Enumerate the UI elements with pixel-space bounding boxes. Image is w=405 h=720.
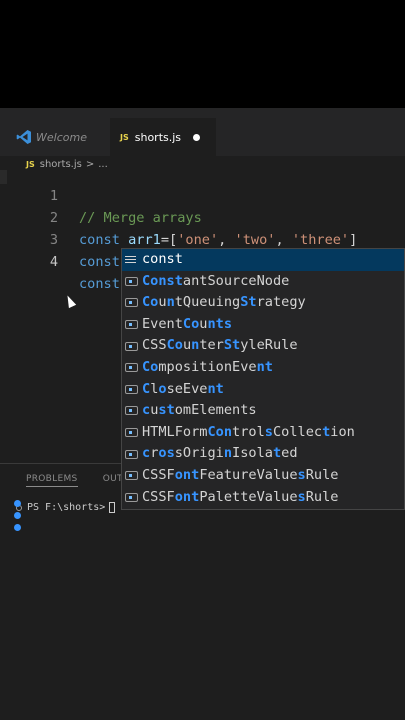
tab-label: shorts.js [134,130,182,144]
line-number: 4 [49,254,58,270]
variable-icon [125,320,138,330]
suggestion-item[interactable]: CSS Co u n ter St yleRule [122,335,404,357]
terminal-prompt-line[interactable]: PS F:\shorts> [16,502,116,513]
suggestion-item[interactable]: Event Co u nts [122,314,404,336]
variable-icon [125,449,138,459]
suggestion-item[interactable]: HTMLForm Con trol s Collec t ion [122,422,404,444]
variable-icon [125,341,138,351]
variable-icon [125,406,138,416]
keyword-icon [125,255,138,265]
code-line: 3 const arr2=['four','five','six'] [0,207,341,270]
variable-icon [125,471,138,481]
suggestion-item[interactable]: Co u n tQueuing St rategy [122,292,404,314]
vscode-logo-icon [16,130,31,144]
suggestion-item[interactable]: const [122,249,404,271]
suggestion-widget[interactable]: const Const antSourceNode Co u n tQueuing St r… [121,248,405,510]
suggestion-item[interactable]: Co mpositionEve nt [122,357,404,379]
code-line: 4 const [0,229,122,293]
tab-shorts-js[interactable]: JS shorts.js [110,118,216,156]
line-text: // Merge arrays [79,210,202,226]
tab-welcome[interactable]: Welcome [10,118,110,156]
dot-icon [14,524,21,531]
suggestion-item[interactable]: Cl o seEve nt [122,379,404,401]
breadcrumb: JS shorts.js > ... [0,156,405,172]
suggestion-item[interactable]: CSSF ont FeatureValue s Rule [122,465,404,487]
js-file-icon: JS [120,132,129,142]
dot-icon [14,500,21,507]
activity-dots [14,500,21,536]
code-line: 1 // Merge arrays [0,163,202,226]
breadcrumb-rest[interactable]: ... [98,159,108,170]
tab-bar: Welcome JS shorts.js [0,118,405,156]
dot-icon [14,512,21,519]
code-line: 2 const arr1=['one', 'two', 'three'] [0,185,358,248]
suggestion-item[interactable]: c u s t omElements [122,400,404,422]
tab-problems[interactable]: PROBLEMS [26,474,78,487]
suggestion-item[interactable]: Const antSourceNode [122,271,404,293]
variable-icon [125,384,138,394]
unsaved-dot-icon[interactable] [193,133,200,141]
tab-label: Welcome [36,130,87,144]
suggestion-item[interactable]: CSSF ont PaletteValue s Rule [122,487,404,509]
variable-icon [125,363,138,373]
variable-icon [125,428,138,438]
title-strip [0,108,405,118]
variable-icon [125,298,138,308]
breadcrumb-separator: > [85,158,95,170]
variable-icon [125,276,138,286]
variable-icon [125,492,138,502]
terminal-prompt: PS F:\shorts> [27,502,106,513]
line-text: const [79,275,122,293]
suggestion-item[interactable]: c r o s sOrigi n Isola t ed [122,443,404,465]
terminal-cursor [109,502,116,513]
